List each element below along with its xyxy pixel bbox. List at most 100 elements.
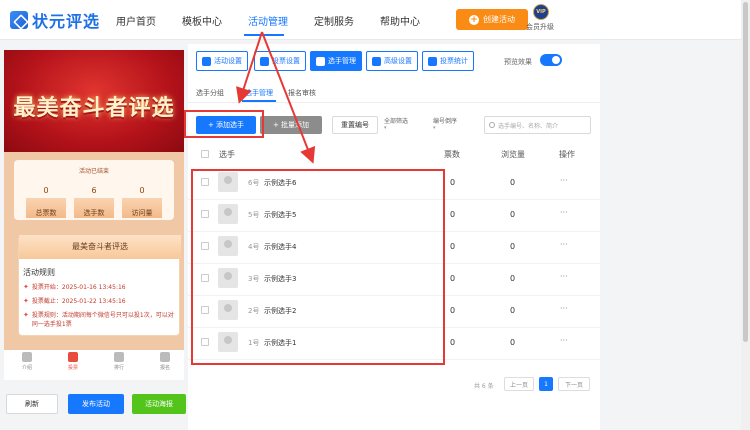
- star-icon: ✦: [23, 311, 29, 319]
- nav-home[interactable]: 用户首页: [116, 13, 156, 28]
- brand-name: 状元评选: [32, 12, 101, 31]
- view-count: 0: [510, 274, 516, 283]
- vote-count: 0: [450, 274, 456, 283]
- pager-total: 共 6 条: [474, 383, 494, 390]
- vote-stats-button[interactable]: 投票统计: [422, 51, 474, 71]
- preview-banner: 最美奋斗者评选: [4, 50, 184, 152]
- scrollbar-thumb[interactable]: [743, 2, 748, 342]
- activity-ended-label: 活动已结束: [78, 168, 109, 175]
- rules-card-title: 最美奋斗者评选: [19, 235, 181, 259]
- chevron-down-icon: ▾: [384, 125, 387, 131]
- tab-vote[interactable]: 投票: [58, 352, 88, 371]
- rule-item: ✦ 投票截止：2025-01-22 13:45:16: [23, 297, 126, 305]
- refresh-button[interactable]: 刷新: [6, 394, 58, 414]
- vip-upgrade-label[interactable]: 会员升级: [526, 22, 554, 32]
- col-header-contestant: 选手: [219, 150, 235, 159]
- nav-templates[interactable]: 模板中心: [182, 13, 222, 28]
- gear-icon: [260, 56, 269, 66]
- search-placeholder: 选手编号、名称、简介: [498, 122, 559, 130]
- gear-icon: [202, 56, 211, 66]
- more-actions-icon[interactable]: ···: [560, 176, 568, 185]
- create-activity-label: 创建活动: [483, 15, 515, 24]
- create-activity-button[interactable]: + 创建活动: [456, 9, 528, 30]
- search-input[interactable]: 选手编号、名称、简介: [484, 116, 591, 134]
- stat-contestants: 6: [91, 186, 97, 195]
- logo[interactable]: 状元评选: [10, 8, 100, 32]
- star-icon: ✦: [23, 283, 29, 291]
- view-count: 0: [510, 178, 516, 187]
- star-icon: ✦: [23, 297, 29, 305]
- nav-custom-service[interactable]: 定制服务: [314, 13, 354, 28]
- view-count: 0: [510, 210, 516, 219]
- vote-count: 0: [450, 338, 456, 347]
- top-navbar: 状元评选 用户首页 模板中心 活动管理 定制服务 帮助中心 + 创建活动 VIP…: [0, 0, 750, 40]
- batch-add-button[interactable]: + 批量添加: [260, 116, 322, 134]
- more-actions-icon[interactable]: ···: [560, 336, 568, 345]
- preview-toggle[interactable]: [540, 54, 562, 66]
- view-count: 0: [510, 242, 516, 251]
- activity-settings-button[interactable]: 活动设置: [196, 51, 248, 71]
- subtab-groups[interactable]: 选手分组: [196, 88, 224, 98]
- vote-settings-button[interactable]: 投票设置: [254, 51, 306, 71]
- bar-chart-icon: [428, 56, 437, 66]
- chevron-down-icon: ▾: [433, 125, 436, 131]
- nav-help[interactable]: 帮助中心: [380, 13, 420, 28]
- rules-heading: 活动规则: [23, 268, 55, 277]
- home-icon: [68, 352, 78, 362]
- banner-title: 最美奋斗者评选: [13, 95, 175, 121]
- prev-page-button[interactable]: 上一页: [504, 377, 534, 391]
- tab-ranking[interactable]: 排行: [104, 352, 134, 371]
- col-header-votes: 票数: [444, 150, 460, 159]
- users-icon: [316, 56, 325, 66]
- more-actions-icon[interactable]: ···: [560, 208, 568, 217]
- next-page-button[interactable]: 下一页: [558, 377, 590, 391]
- advanced-settings-button[interactable]: 高级设置: [366, 51, 418, 71]
- more-actions-icon[interactable]: ···: [560, 272, 568, 281]
- search-icon: [489, 122, 495, 128]
- filter-dropdown[interactable]: 全部筛选 ▾: [384, 116, 408, 131]
- crown-icon: [114, 352, 124, 362]
- reset-number-button[interactable]: 重置编号: [332, 116, 378, 134]
- mobile-preview: 最美奋斗者评选 活动已结束 0 6 0 总票数 选手数 访问量 最美奋斗者评选 …: [4, 50, 184, 380]
- col-header-views: 浏览量: [501, 150, 525, 159]
- contestant-manage-button[interactable]: 选手管理: [310, 51, 362, 71]
- tab-signup[interactable]: 报名: [150, 352, 180, 371]
- stat-total-votes: 0: [43, 186, 49, 195]
- vote-count: 0: [450, 210, 456, 219]
- rule-item: ✦ 投票开始：2025-01-16 13:45:16: [23, 283, 126, 291]
- preview-effect-label: 预览效果: [504, 58, 532, 66]
- more-actions-icon[interactable]: ···: [560, 304, 568, 313]
- sliders-icon: [372, 56, 381, 66]
- subtab-review[interactable]: 报名审核: [288, 88, 316, 98]
- sort-dropdown[interactable]: 编号倒序 ▾: [433, 116, 457, 131]
- subtab-contestants[interactable]: 选手管理: [245, 88, 273, 98]
- vote-count: 0: [450, 306, 456, 315]
- view-count: 0: [510, 338, 516, 347]
- vip-icon[interactable]: VIP: [533, 4, 549, 20]
- intro-icon: [22, 352, 32, 362]
- select-all-checkbox[interactable]: [201, 150, 209, 158]
- nav-activity-manage[interactable]: 活动管理: [248, 13, 288, 28]
- annotation-box-add-button: [184, 110, 264, 138]
- tab-intro[interactable]: 介绍: [12, 352, 42, 371]
- publish-button[interactable]: 发布活动: [68, 394, 124, 414]
- vote-count: 0: [450, 178, 456, 187]
- stat-visits: 0: [139, 186, 145, 195]
- nav-active-indicator: [244, 34, 284, 36]
- plus-icon: +: [469, 14, 479, 25]
- col-header-actions: 操作: [559, 150, 575, 159]
- annotation-box-contestant-list: [191, 169, 445, 365]
- poster-button[interactable]: 活动海报: [132, 394, 186, 414]
- page-1-button[interactable]: 1: [539, 377, 553, 391]
- rule-item: ✦ 投票规则：活动期间每个微信号只可以投1次，可以对同一选手投1票: [23, 311, 174, 328]
- stats-card: 活动已结束 0 6 0 总票数 选手数 访问量: [14, 160, 174, 220]
- vote-count: 0: [450, 242, 456, 251]
- more-actions-icon[interactable]: ···: [560, 240, 568, 249]
- rules-card: 最美奋斗者评选 活动规则 ✦ 投票开始：2025-01-16 13:45:16 …: [18, 235, 181, 336]
- stat-label: 访问量: [131, 209, 153, 217]
- stat-label: 选手数: [83, 209, 105, 217]
- logo-icon: [10, 11, 28, 29]
- user-icon: [160, 352, 170, 362]
- stat-label: 总票数: [35, 209, 57, 217]
- view-count: 0: [510, 306, 516, 315]
